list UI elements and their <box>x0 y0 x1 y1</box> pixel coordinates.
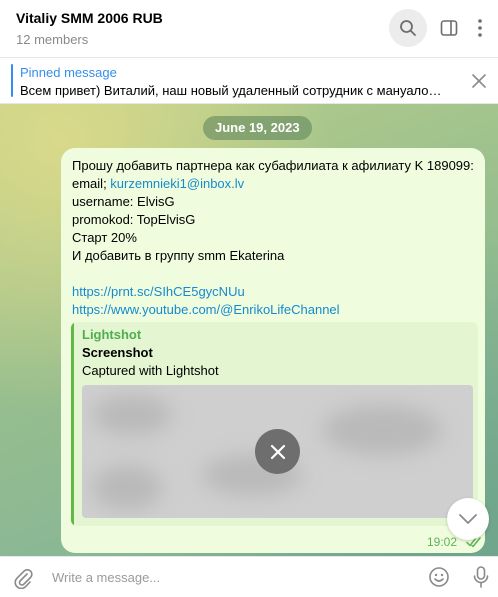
message-line: Старт 20% <box>72 230 137 245</box>
message-time: 19:02 <box>427 535 458 549</box>
link-preview[interactable]: Lightshot Screenshot Captured with Light… <box>71 322 478 526</box>
chat-area[interactable]: June 19, 2023 Прошу добавить партнера ка… <box>0 104 498 556</box>
blur-shape <box>322 405 442 455</box>
blur-shape <box>92 395 172 435</box>
message-text: Прошу добавить партнера как субафилиата … <box>72 157 482 319</box>
microphone-icon[interactable] <box>473 566 489 588</box>
message-line: username: ElvisG <box>72 194 175 209</box>
preview-title: Screenshot <box>82 345 153 360</box>
pinned-title: Pinned message <box>20 65 117 80</box>
message-bubble[interactable]: Прошу добавить партнера как субафилиата … <box>61 148 485 553</box>
emoji-icon[interactable] <box>428 566 450 588</box>
side-panel-icon <box>440 20 458 36</box>
email-label: email; <box>72 176 111 191</box>
scroll-down-button[interactable] <box>447 498 489 540</box>
message-line: email; kurzemnieki1@inbox.lv <box>72 175 482 193</box>
pinned-text: Всем привет) Виталий, наш новый удаленны… <box>20 83 450 98</box>
youtube-link[interactable]: https://www.youtube.com/@EnrikoLifeChann… <box>72 301 482 319</box>
preview-image[interactable] <box>82 385 473 518</box>
close-icon <box>270 444 285 459</box>
message-composer <box>0 556 498 597</box>
message-line: promokod: TopElvisG <box>72 212 196 227</box>
blur-shape <box>92 465 162 510</box>
pinned-message-bar[interactable]: Pinned message Всем привет) Виталий, наш… <box>0 58 498 104</box>
chat-title[interactable]: Vitaliy SMM 2006 RUB <box>16 10 163 26</box>
close-icon[interactable] <box>470 72 488 90</box>
paperclip-icon[interactable] <box>12 567 34 589</box>
preview-site-name: Lightshot <box>82 327 142 342</box>
member-count[interactable]: 12 members <box>16 32 88 47</box>
message-line: Прошу добавить партнера как субафилиата … <box>72 158 474 173</box>
search-button[interactable] <box>389 9 427 47</box>
email-link[interactable]: kurzemnieki1@inbox.lv <box>110 176 244 191</box>
search-icon <box>400 20 416 36</box>
preview-accent-bar <box>71 322 74 526</box>
date-separator: June 19, 2023 <box>203 116 312 140</box>
preview-description: Captured with Lightshot <box>82 363 219 378</box>
image-error-button[interactable] <box>255 429 300 474</box>
pinned-indicator <box>11 64 13 97</box>
chat-header: Vitaliy SMM 2006 RUB 12 members <box>0 0 498 58</box>
more-icon <box>478 19 482 37</box>
message-input[interactable] <box>52 565 412 589</box>
message-line: И добавить в группу smm Ekaterina <box>72 248 285 263</box>
side-panel-button[interactable] <box>430 9 468 47</box>
more-button[interactable] <box>466 9 494 47</box>
chevron-down-icon <box>459 514 477 524</box>
prnt-link[interactable]: https://prnt.sc/SIhCE5gycNUu <box>72 283 482 301</box>
